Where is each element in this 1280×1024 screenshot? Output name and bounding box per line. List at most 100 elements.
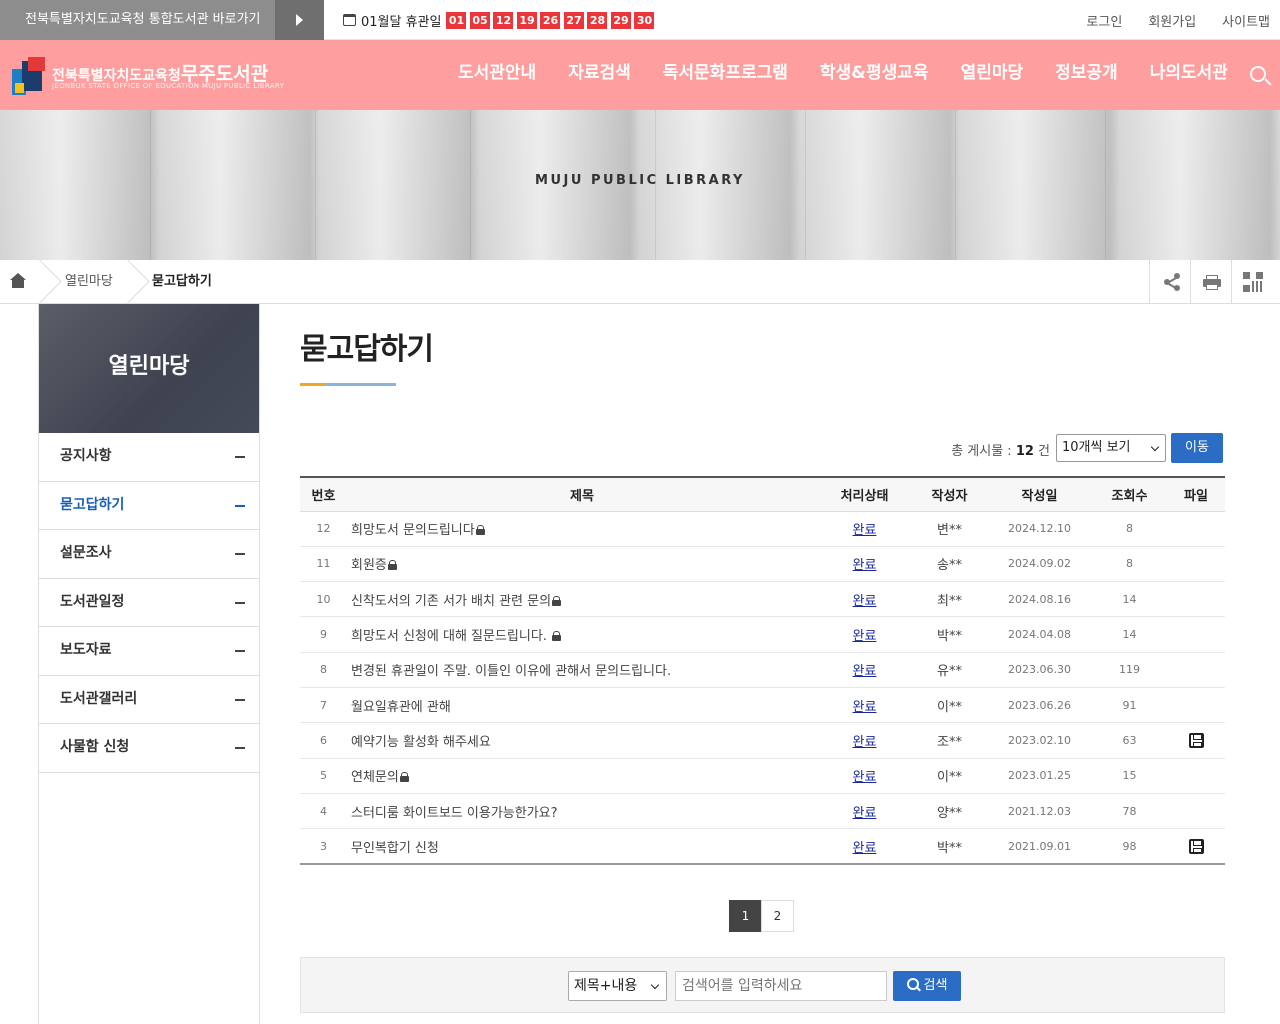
library-shortcut-link[interactable]: 전북특별자치도교육청 통합도서관 바로가기 xyxy=(0,0,275,40)
minus-icon xyxy=(235,601,245,604)
gnb-item[interactable]: 정보공개 xyxy=(1039,40,1134,110)
title-underline xyxy=(300,383,396,386)
row-author: 이** xyxy=(912,687,987,724)
sidebar-item-label: 사물함 신청 xyxy=(60,739,130,755)
search-input[interactable] xyxy=(675,971,887,1001)
post-title-link[interactable]: 변경된 휴관일이 주말. 이틀인 이유에 관해서 문의드립니다. xyxy=(351,664,671,679)
row-file-cell xyxy=(1167,828,1225,865)
gnb-item[interactable]: 독서문화프로그램 xyxy=(647,40,804,110)
post-title-link[interactable]: 무인복합기 신청 xyxy=(351,841,439,856)
row-hits: 78 xyxy=(1092,793,1167,830)
status-badge[interactable]: 완료 xyxy=(817,546,912,583)
logo-mark-icon xyxy=(12,57,46,97)
row-number: 11 xyxy=(300,546,347,583)
closed-days-label: 01월달 휴관일 xyxy=(361,14,442,30)
row-hits: 63 xyxy=(1092,722,1167,759)
sidebar-title: 열린마당 xyxy=(39,304,259,433)
status-badge[interactable]: 완료 xyxy=(817,511,912,547)
row-author: 박** xyxy=(912,616,987,653)
post-title-link[interactable]: 스터디룸 화이트보드 이용가능한가요? xyxy=(351,806,558,821)
row-title-cell: 예약기능 활성화 해주세요 xyxy=(347,722,817,759)
login-link[interactable]: 로그인 xyxy=(1086,11,1122,30)
column-header: 번호 xyxy=(300,477,347,512)
pagination: 12 xyxy=(729,900,794,932)
site-header: 전북특별자치도교육청무주도서관 JEONBUK STATE OFFICE OF … xyxy=(0,40,1280,110)
site-logo[interactable]: 전북특별자치도교육청무주도서관 JEONBUK STATE OFFICE OF … xyxy=(12,55,312,97)
post-title-link[interactable]: 신착도서의 기존 서가 배치 관련 문의 xyxy=(351,594,551,609)
lock-icon xyxy=(399,772,409,783)
row-number: 5 xyxy=(300,758,347,794)
row-title-cell: 스터디룸 화이트보드 이용가능한가요? xyxy=(347,793,817,830)
gnb-item[interactable]: 나의도서관 xyxy=(1134,40,1244,110)
sidebar-item[interactable]: 도서관일정 xyxy=(39,579,259,627)
share-icon[interactable] xyxy=(1149,260,1190,303)
page-link[interactable]: 2 xyxy=(761,900,794,932)
row-number: 3 xyxy=(300,828,347,865)
row-hits: 14 xyxy=(1092,616,1167,653)
row-number: 10 xyxy=(300,581,347,618)
search-button[interactable]: 검색 xyxy=(893,971,961,1001)
sidebar-item[interactable]: 설문조사 xyxy=(39,530,259,579)
row-date: 2023.01.25 xyxy=(987,758,1092,794)
sidebar-item[interactable]: 도서관갤러리 xyxy=(39,676,259,724)
sidebar-item[interactable]: 사물함 신청 xyxy=(39,724,259,773)
status-badge[interactable]: 완료 xyxy=(817,581,912,618)
sidebar-item-label: 도서관갤러리 xyxy=(60,690,138,707)
row-title-cell: 신착도서의 기존 서가 배치 관련 문의 xyxy=(347,581,817,618)
floppy-disk-icon[interactable] xyxy=(1188,732,1204,748)
sidebar-item[interactable]: 공지사항 xyxy=(39,433,259,482)
play-arrow-icon xyxy=(296,14,303,26)
go-button[interactable]: 이동 xyxy=(1171,433,1223,463)
sidebar-item[interactable]: 묻고답하기 xyxy=(39,482,259,530)
qr-code-icon[interactable] xyxy=(1231,260,1272,303)
post-title-link[interactable]: 예약기능 활성화 해주세요 xyxy=(351,735,491,750)
row-title-cell: 회원증 xyxy=(347,546,817,583)
row-author: 조** xyxy=(912,722,987,759)
status-badge[interactable]: 완료 xyxy=(817,687,912,724)
chevron-down-icon xyxy=(650,980,660,990)
search-icon[interactable] xyxy=(1248,64,1272,88)
join-link[interactable]: 회원가입 xyxy=(1148,11,1196,30)
table-row: 4 스터디룸 화이트보드 이용가능한가요? 완료 양** 2021.12.03 78 xyxy=(300,793,1225,830)
row-date: 2021.12.03 xyxy=(987,793,1092,830)
row-number: 4 xyxy=(300,793,347,830)
status-badge[interactable]: 완료 xyxy=(817,758,912,794)
closed-day-badge: 27 xyxy=(563,11,584,29)
row-file-cell xyxy=(1167,616,1225,653)
gnb-item[interactable]: 도서관안내 xyxy=(442,40,552,110)
lock-icon xyxy=(552,631,562,642)
floppy-disk-icon[interactable] xyxy=(1188,838,1204,854)
shortcut-open-button[interactable] xyxy=(275,0,324,40)
row-date: 2024.08.16 xyxy=(987,581,1092,618)
status-badge[interactable]: 완료 xyxy=(817,828,912,865)
sub-visual-banner: MUJU PUBLIC LIBRARY xyxy=(0,110,1280,260)
column-header: 제목 xyxy=(347,477,817,512)
status-badge[interactable]: 완료 xyxy=(817,616,912,653)
sidebar-menu: 공지사항 묻고답하기 설문조사 도서관일정 보도자료도서관갤러리사물함 신청 xyxy=(39,433,259,773)
post-title-link[interactable]: 회원증 xyxy=(351,558,387,573)
print-icon[interactable] xyxy=(1190,260,1231,303)
status-badge[interactable]: 완료 xyxy=(817,652,912,688)
gnb-item[interactable]: 열린마당 xyxy=(945,40,1040,110)
row-title-cell: 희망도서 문의드립니다 xyxy=(347,511,817,547)
sitemap-link[interactable]: 사이트맵 xyxy=(1222,11,1270,30)
sidebar-item[interactable]: 보도자료 xyxy=(39,627,259,676)
post-title-link[interactable]: 희망도서 신청에 대해 질문드립니다. xyxy=(351,629,551,644)
logo-subtitle: JEONBUK STATE OFFICE OF EDUCATION MUJU P… xyxy=(52,82,285,90)
closed-day-badge: 05 xyxy=(469,11,490,29)
status-badge[interactable]: 완료 xyxy=(817,793,912,830)
row-file-cell xyxy=(1167,687,1225,724)
visual-caption: MUJU PUBLIC LIBRARY xyxy=(535,173,745,188)
gnb-item[interactable]: 자료검색 xyxy=(552,40,647,110)
page-link[interactable]: 1 xyxy=(729,900,762,932)
status-badge[interactable]: 완료 xyxy=(817,722,912,759)
per-page-select[interactable]: 10개씩 보기 xyxy=(1056,434,1166,462)
list-toolbar: 총 게시물 : 12 건 10개씩 보기 이동 xyxy=(300,432,1225,464)
post-title-link[interactable]: 연체문의 xyxy=(351,770,399,785)
gnb-item[interactable]: 학생&평생교육 xyxy=(804,40,945,110)
breadcrumb-current[interactable]: 묻고답하기 xyxy=(152,260,212,303)
search-field-select[interactable]: 제목+내용 xyxy=(568,971,667,1001)
row-title-cell: 변경된 휴관일이 주말. 이틀인 이유에 관해서 문의드립니다. xyxy=(347,652,817,688)
post-title-link[interactable]: 희망도서 문의드립니다 xyxy=(351,523,475,538)
post-title-link[interactable]: 월요일휴관에 관해 xyxy=(351,700,451,715)
